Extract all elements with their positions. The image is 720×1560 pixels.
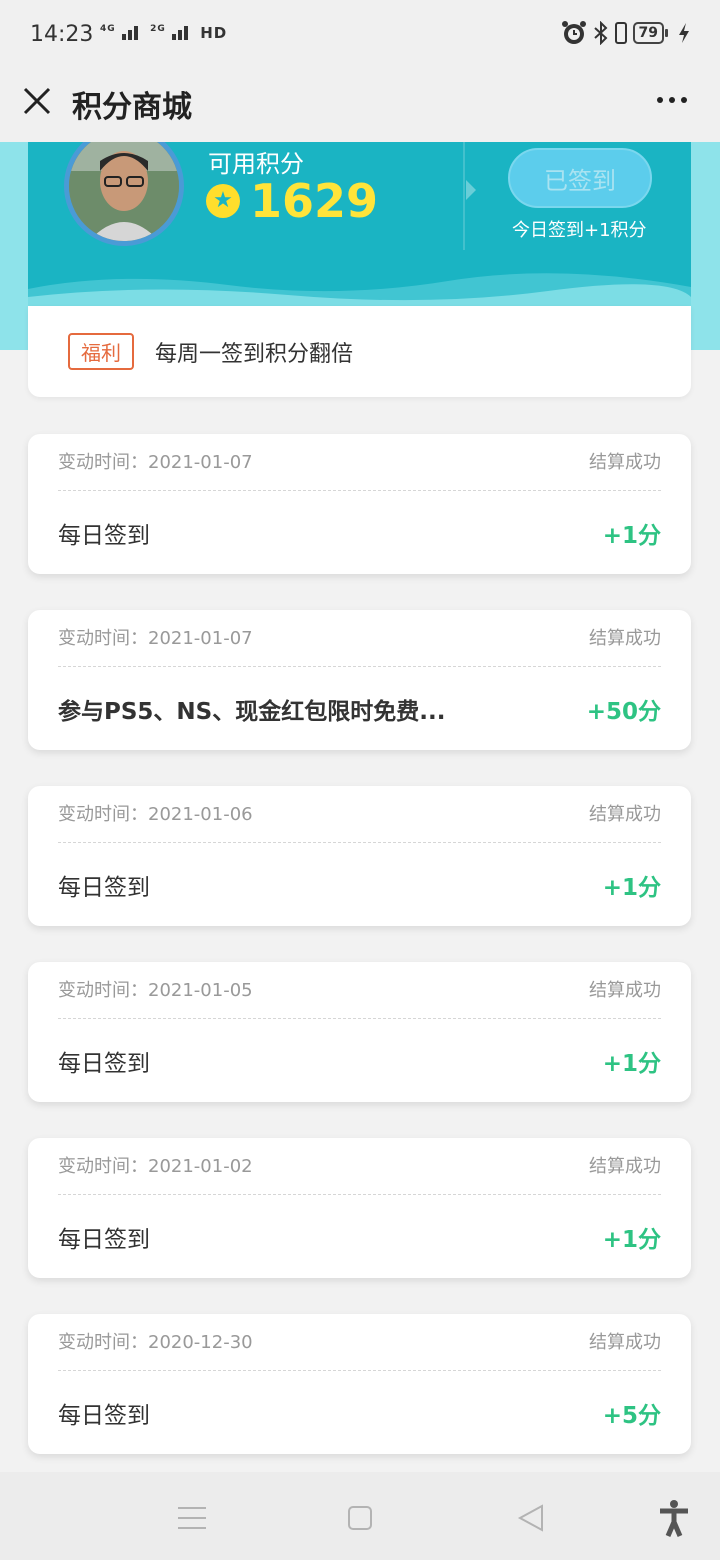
record-time: 变动时间：2020-12-30 [58,1332,253,1353]
record-points: +5分 [602,1403,661,1429]
record-card[interactable]: 变动时间：2021-01-07 结算成功 参与PS5、NS、现金红包限时免费..… [28,610,691,750]
record-title: 每日签到 [58,523,150,549]
record-divider [58,1194,661,1195]
vibrate-icon [614,22,627,44]
record-divider [58,666,661,667]
signal-icon [121,26,138,40]
welfare-tag: 福利 [68,333,134,370]
record-title: 参与PS5、NS、现金红包限时免费... [58,699,446,725]
avatar-image [69,142,179,241]
close-icon[interactable] [20,84,54,118]
record-title: 每日签到 [58,1227,150,1253]
network-2g-label: 2G [150,24,166,34]
record-points: +1分 [602,875,661,901]
record-title: 每日签到 [58,1403,150,1429]
record-card[interactable]: 变动时间：2020-12-30 结算成功 每日签到 +5分 [28,1314,691,1454]
network-4g-label: 4G [100,24,116,34]
status-right-icons: 79 [561,20,692,46]
record-status: 结算成功 [589,452,661,473]
record-points: +1分 [602,1051,661,1077]
status-bar: 14:23 4G 2G HD 79 [0,0,720,72]
alarm-icon [561,21,586,44]
record-points: +50分 [586,699,661,725]
more-icon[interactable] [654,82,690,118]
record-status: 结算成功 [589,628,661,649]
home-icon[interactable] [340,1498,380,1538]
back-icon[interactable] [512,1498,552,1538]
record-status: 结算成功 [589,980,661,1001]
star-icon: ★ [206,184,240,218]
record-time: 变动时间：2021-01-07 [58,628,253,649]
chevron-right-icon [466,180,476,200]
charging-icon [679,23,689,43]
record-status: 结算成功 [589,1332,661,1353]
navigation-bar [0,1472,720,1560]
hero-divider [463,142,465,250]
record-divider [58,1370,661,1371]
record-time: 变动时间：2021-01-02 [58,1156,253,1177]
accessibility-icon[interactable] [654,1498,694,1538]
hero-right-strip [690,142,720,350]
network-hd-label: HD [200,24,228,42]
points-row: ★ 1629 [206,174,378,228]
page-title: 积分商城 [72,90,192,125]
record-card[interactable]: 变动时间：2021-01-02 结算成功 每日签到 +1分 [28,1138,691,1278]
bluetooth-icon [593,21,607,45]
points-card: 可用积分 ★ 1629 已签到 今日签到+1积分 [28,142,691,307]
record-status: 结算成功 [589,1156,661,1177]
welfare-banner[interactable]: 福利 每周一签到积分翻倍 [28,306,691,397]
network-indicator: 4G 2G HD [100,24,227,42]
signed-button[interactable]: 已签到 [508,148,652,208]
title-bar: 积分商城 [0,72,720,142]
record-card[interactable]: 变动时间：2021-01-07 结算成功 每日签到 +1分 [28,434,691,574]
points-value: 1629 [250,174,379,228]
wave-decoration [28,273,691,307]
record-time: 变动时间：2021-01-05 [58,980,253,1001]
avatar[interactable] [64,142,184,246]
record-status: 结算成功 [589,804,661,825]
record-points: +1分 [602,1227,661,1253]
menu-icon[interactable] [172,1498,212,1538]
status-time: 14:23 [30,22,94,47]
record-time: 变动时间：2021-01-06 [58,804,253,825]
sign-hint: 今日签到+1积分 [512,220,647,241]
record-card[interactable]: 变动时间：2021-01-05 结算成功 每日签到 +1分 [28,962,691,1102]
record-title: 每日签到 [58,1051,150,1077]
signal-icon [172,26,189,40]
welfare-text: 每周一签到积分翻倍 [155,342,354,367]
record-divider [58,842,661,843]
record-title: 每日签到 [58,875,150,901]
record-divider [58,1018,661,1019]
battery-level: 79 [632,22,669,44]
record-time: 变动时间：2021-01-07 [58,452,253,473]
record-card[interactable]: 变动时间：2021-01-06 结算成功 每日签到 +1分 [28,786,691,926]
record-points: +1分 [602,523,661,549]
record-divider [58,490,661,491]
hero-left-strip [0,142,30,350]
